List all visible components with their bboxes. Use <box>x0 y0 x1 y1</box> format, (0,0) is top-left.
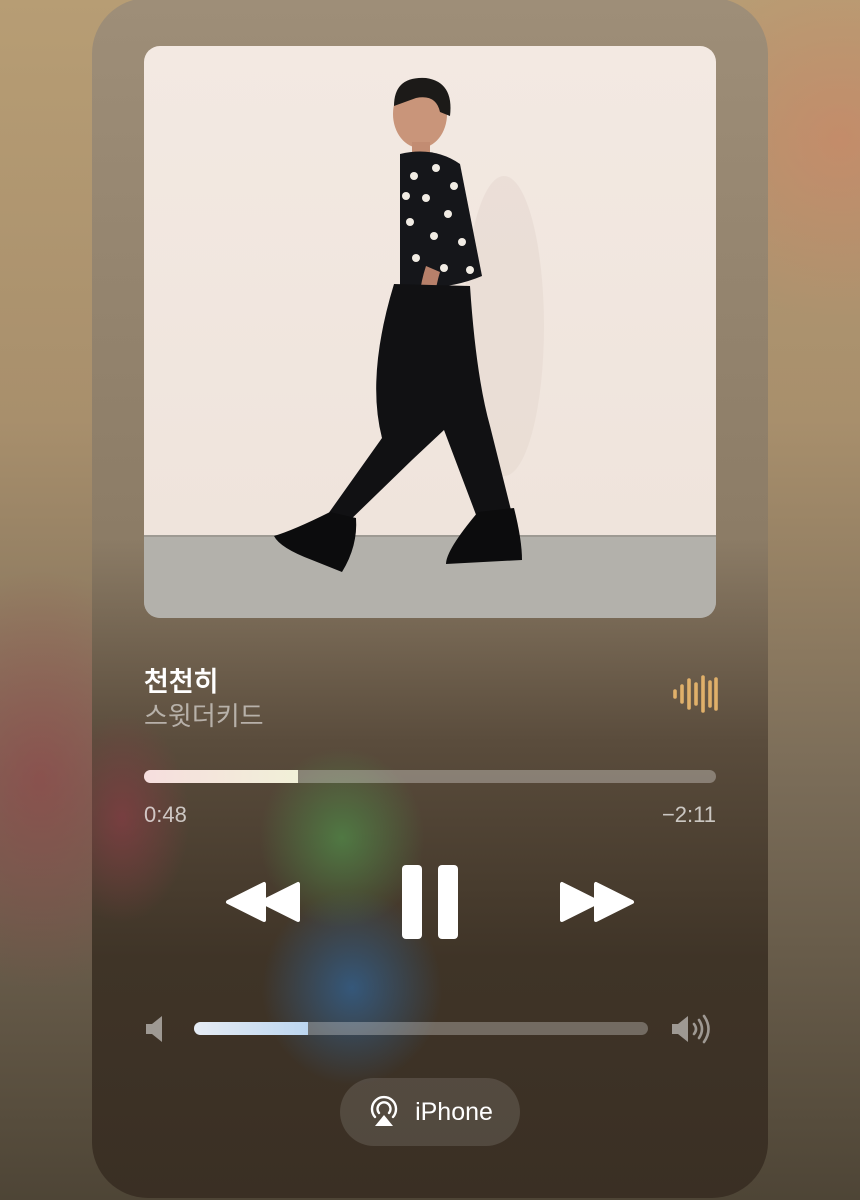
track-title: 천천히 <box>144 667 219 697</box>
fast-forward-button[interactable] <box>558 878 636 926</box>
output-device-label: iPhone <box>415 1097 493 1126</box>
progress-fill <box>144 770 299 783</box>
speaker-high-icon <box>672 1014 710 1044</box>
rewind-button[interactable] <box>224 878 302 926</box>
fast-forward-icon <box>560 882 634 922</box>
pause-button[interactable] <box>402 865 458 939</box>
elapsed-time: 0:48 <box>144 802 187 827</box>
artist-name[interactable]: 스윗더키드 <box>144 696 264 733</box>
volume-fill <box>194 1022 308 1035</box>
speaker-low-icon <box>146 1016 162 1042</box>
rewind-icon <box>226 882 300 922</box>
now-playing-card: 천천히 스윗더키드 0:48 −2:11 iPhone <box>92 0 768 1198</box>
volume-slider[interactable] <box>194 1022 648 1035</box>
progress-scrubber[interactable] <box>144 770 716 783</box>
audio-wave-icon <box>673 675 718 713</box>
airplay-icon <box>370 1095 398 1126</box>
audio-output-button[interactable]: iPhone <box>340 1078 520 1146</box>
remaining-time: −2:11 <box>661 802 716 827</box>
pause-icon <box>402 865 458 939</box>
album-art <box>144 46 716 618</box>
